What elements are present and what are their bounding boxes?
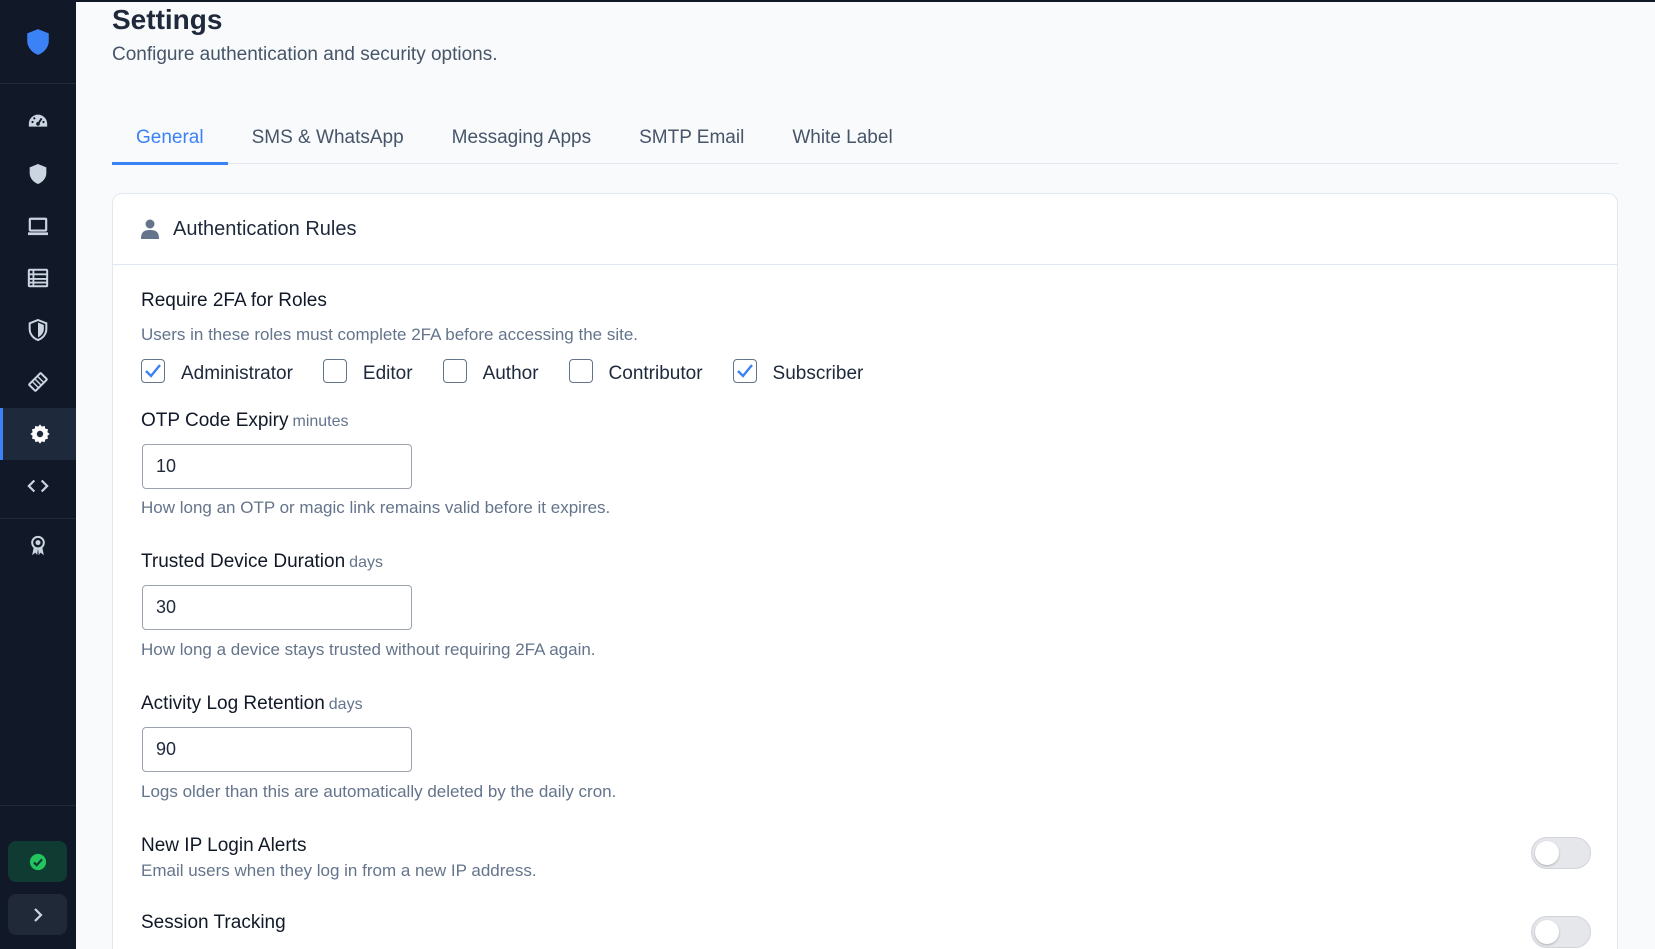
tab-white-label[interactable]: White Label	[768, 112, 916, 164]
log-retention-label: Activity Log Retention days	[141, 693, 363, 714]
sidebar-item-devices[interactable]	[0, 200, 76, 252]
user-icon	[141, 219, 159, 239]
shield-logo-icon	[27, 28, 49, 55]
ticket-icon	[28, 372, 48, 392]
sidebar-divider	[0, 805, 76, 806]
settings-tabs: General SMS & WhatsApp Messaging Apps SM…	[112, 112, 1618, 165]
subscriber-checkbox[interactable]	[732, 359, 757, 383]
top-border	[76, 0, 1655, 2]
author-checkbox[interactable]	[442, 359, 467, 383]
role-contributor[interactable]: Contributor	[568, 359, 703, 386]
sidebar-item-pro[interactable]	[0, 520, 76, 572]
ip-alerts-toggle[interactable]	[1531, 837, 1591, 869]
ip-alerts-label: New IP Login Alerts	[141, 835, 307, 856]
logo[interactable]	[0, 0, 76, 84]
require-2fa-label: Require 2FA for Roles	[141, 290, 327, 311]
tab-smtp-email[interactable]: SMTP Email	[615, 112, 768, 164]
role-label: Contributor	[608, 363, 703, 384]
trusted-device-label: Trusted Device Duration days	[141, 551, 383, 572]
check-circle-icon	[29, 853, 46, 870]
award-icon	[31, 535, 45, 556]
card-header: Authentication Rules	[113, 194, 1617, 265]
checkmark-icon	[145, 364, 161, 378]
tab-general[interactable]: General	[112, 112, 228, 165]
otp-expiry-help: How long an OTP or magic link remains va…	[141, 498, 611, 517]
shield-half-icon	[28, 319, 48, 341]
log-retention-help: Logs older than this are automatically d…	[141, 782, 617, 801]
shield-icon	[29, 164, 47, 184]
trusted-device-input[interactable]	[142, 585, 412, 630]
toggle-knob	[1535, 920, 1559, 944]
role-label: Subscriber	[772, 363, 864, 384]
editor-checkbox[interactable]	[322, 359, 347, 383]
sidebar-item-settings[interactable]	[0, 408, 76, 460]
trusted-device-help: How long a device stays trusted without …	[141, 640, 596, 659]
sidebar-item-protection[interactable]	[0, 304, 76, 356]
toggle-knob	[1535, 841, 1559, 865]
administrator-checkbox[interactable]	[141, 359, 165, 383]
dashboard-icon	[28, 114, 48, 127]
sidebar-item-dashboard[interactable]	[0, 96, 76, 148]
laptop-icon	[28, 217, 48, 236]
code-icon	[27, 479, 49, 493]
page-title: Settings	[112, 4, 223, 35]
log-retention-unit: days	[328, 696, 363, 713]
sidebar	[0, 0, 76, 949]
sidebar-item-logs[interactable]	[0, 252, 76, 304]
authentication-rules-card: Authentication Rules Require 2FA for Rol…	[112, 193, 1618, 949]
require-2fa-help: Users in these roles must complete 2FA b…	[141, 325, 639, 344]
session-tracking-label: Session Tracking	[141, 912, 286, 933]
sidebar-item-licenses[interactable]	[0, 356, 76, 408]
gear-icon	[29, 424, 50, 444]
tab-messaging-apps[interactable]: Messaging Apps	[428, 112, 615, 164]
role-label: Editor	[362, 363, 413, 384]
status-indicator[interactable]	[8, 841, 67, 882]
otp-expiry-label: OTP Code Expiry minutes	[141, 410, 349, 431]
role-label: Author	[482, 363, 539, 384]
card-title: Authentication Rules	[173, 217, 357, 240]
role-administrator[interactable]: Administrator	[141, 359, 293, 386]
otp-expiry-input[interactable]	[142, 444, 412, 489]
sidebar-item-developer[interactable]	[0, 460, 76, 512]
role-subscriber[interactable]: Subscriber	[732, 359, 864, 386]
otp-expiry-unit: minutes	[292, 413, 349, 430]
role-editor[interactable]: Editor	[322, 359, 413, 386]
contributor-checkbox[interactable]	[568, 359, 593, 383]
trusted-device-unit: days	[349, 554, 383, 571]
tab-sms-whatsapp[interactable]: SMS & WhatsApp	[228, 112, 428, 164]
ip-alerts-help: Email users when they log in from a new …	[141, 861, 537, 880]
list-icon	[27, 268, 49, 288]
page-subtitle: Configure authentication and security op…	[112, 44, 498, 65]
role-author[interactable]: Author	[442, 359, 539, 386]
role-label: Administrator	[181, 363, 293, 384]
session-tracking-toggle[interactable]	[1531, 916, 1591, 948]
chevron-right-icon	[33, 907, 43, 922]
log-retention-input[interactable]	[142, 727, 412, 772]
sidebar-item-security[interactable]	[0, 148, 76, 200]
checkmark-icon	[736, 364, 753, 378]
expand-sidebar-button[interactable]	[8, 894, 67, 935]
sidebar-divider	[0, 518, 76, 519]
role-checkbox-group: Administrator Editor Author Contributor …	[141, 359, 893, 386]
